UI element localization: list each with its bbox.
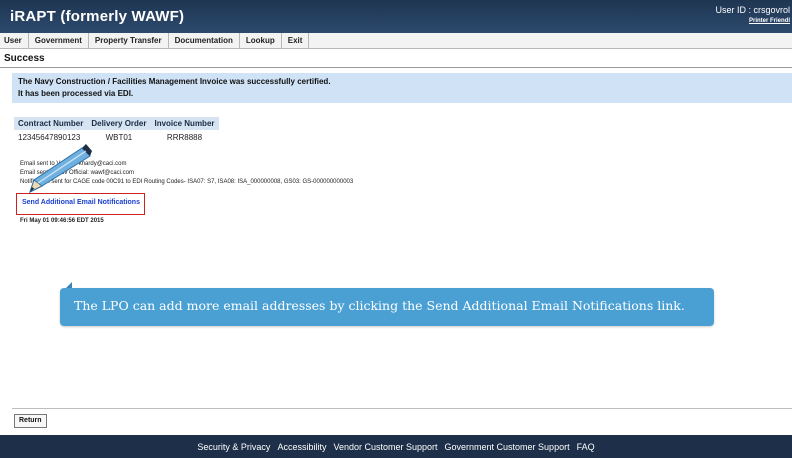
success-message: The Navy Construction / Facilities Manag… xyxy=(18,77,331,86)
user-id-label: User ID : crsgovrol xyxy=(715,5,790,15)
success-message-box: The Navy Construction / Facilities Manag… xyxy=(12,73,792,103)
timestamp: Fri May 01 09:46:56 EDT 2015 xyxy=(20,218,104,224)
footer-vendor-support-link[interactable]: Vendor Customer Support xyxy=(333,442,437,452)
pencil-icon xyxy=(29,144,92,193)
app-title: iRAPT (formerly WAWF) xyxy=(10,8,185,25)
column-header: Delivery Order xyxy=(87,117,151,130)
send-additional-email-link[interactable]: Send Additional Email Notifications xyxy=(22,199,140,206)
tutorial-callout: The LPO can add more email addresses by … xyxy=(60,288,714,326)
menu-documentation[interactable]: Documentation xyxy=(169,33,240,48)
footer-gov-support-link[interactable]: Government Customer Support xyxy=(445,442,570,452)
callout-text: The LPO can add more email addresses by … xyxy=(74,298,685,313)
delivery-order-cell: WBT01 xyxy=(105,133,133,142)
table-header-row: Contract Number Delivery Order Invoice N… xyxy=(14,117,219,130)
invoice-info-table: Contract Number Delivery Order Invoice N… xyxy=(14,117,219,145)
title-divider xyxy=(0,67,792,68)
menu-user[interactable]: User xyxy=(0,33,29,48)
bottom-divider xyxy=(12,408,792,409)
header-bar: iRAPT (formerly WAWF) User ID : crsgovro… xyxy=(0,0,792,33)
column-header: Contract Number xyxy=(14,117,88,130)
footer-bar: Security & Privacy Accessibility Vendor … xyxy=(0,435,792,458)
menu-government[interactable]: Government xyxy=(29,33,89,48)
menu-property-transfer[interactable]: Property Transfer xyxy=(89,33,169,48)
footer-accessibility-link[interactable]: Accessibility xyxy=(277,442,326,452)
column-header: Invoice Number xyxy=(150,117,219,130)
menu-lookup[interactable]: Lookup xyxy=(240,33,282,48)
footer-faq-link[interactable]: FAQ xyxy=(577,442,595,452)
menu-exit[interactable]: Exit xyxy=(282,33,310,48)
page-title: Success xyxy=(4,53,45,64)
menu-bar: User Government Property Transfer Docume… xyxy=(0,33,792,49)
invoice-number-cell: RRR8888 xyxy=(166,133,203,142)
edi-message: It has been processed via EDI. xyxy=(18,89,134,98)
return-button[interactable]: Return xyxy=(14,414,47,428)
printer-friendly-link[interactable]: Printer Friendl xyxy=(749,18,790,24)
footer-security-privacy-link[interactable]: Security & Privacy xyxy=(197,442,270,452)
